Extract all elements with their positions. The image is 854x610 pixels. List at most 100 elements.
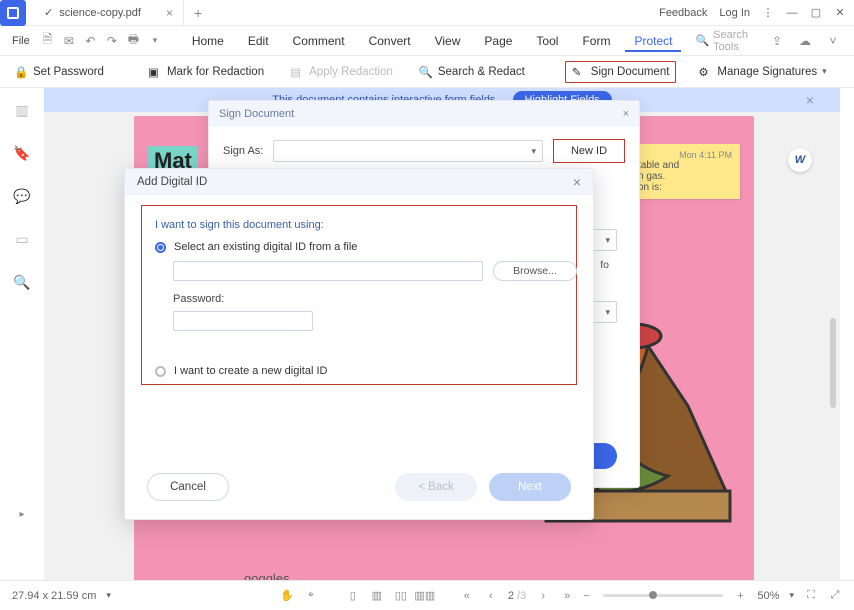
radio-unselected-icon	[155, 366, 166, 377]
apply-redaction-label: Apply Redaction	[309, 66, 393, 78]
chevron-down-icon[interactable]: ▾	[149, 34, 160, 48]
search-redact-label: Search & Redact	[438, 66, 525, 78]
scrollbar[interactable]	[830, 318, 836, 408]
comment-icon[interactable]: 💬	[13, 188, 30, 205]
window-close-icon[interactable]: ✕	[834, 7, 846, 19]
sign-as-select[interactable]: ▾	[273, 140, 543, 162]
banner-close-icon[interactable]: ×	[806, 92, 814, 108]
sign-dialog-close-icon[interactable]: ×	[623, 108, 629, 120]
mark-redaction-button[interactable]: ▣ Mark for Redaction	[144, 62, 268, 82]
want-sign-label: I want to sign this document using:	[155, 219, 324, 231]
tab-close-icon[interactable]: ×	[166, 6, 173, 20]
lock-icon: 🔒	[14, 65, 28, 79]
manage-signatures-label: Manage Signatures	[717, 66, 817, 78]
bookmark-icon[interactable]: 🔖	[13, 145, 30, 162]
browse-button[interactable]: Browse...	[493, 261, 577, 281]
sign-document-label: Sign Document	[591, 66, 670, 78]
redact-mark-icon: ▣	[148, 65, 162, 79]
page-footer-text: goggles	[244, 571, 290, 580]
document-tab[interactable]: ✓ science-copy.pdf ×	[34, 0, 184, 26]
menu-file[interactable]: File	[12, 35, 30, 47]
mail-icon[interactable]: ✉	[63, 34, 74, 48]
zoom-out-icon[interactable]: −	[579, 589, 593, 603]
window-maximize-icon[interactable]: ▢	[810, 7, 822, 19]
existing-id-option[interactable]: Select an existing digital ID from a fil…	[155, 241, 357, 253]
fullscreen-icon[interactable]: ⤢	[828, 589, 842, 603]
add-id-title: Add Digital ID	[137, 176, 207, 188]
add-id-close-icon[interactable]: ×	[573, 174, 581, 190]
password-input[interactable]	[173, 311, 313, 331]
sign-icon: ✎	[572, 65, 586, 79]
manage-signatures-button[interactable]: ⚙ Manage Signatures ▾	[694, 62, 830, 82]
redo-icon[interactable]: ↷	[106, 34, 117, 48]
zoom-in-icon[interactable]: +	[733, 589, 747, 603]
sticky-line3: on is:	[638, 182, 732, 193]
next-page-icon[interactable]: ›	[536, 589, 550, 603]
sticky-line1: table and	[638, 160, 732, 171]
new-id-label: New ID	[571, 145, 607, 157]
prev-page-icon[interactable]: ‹	[484, 589, 498, 603]
save-icon[interactable]: 🗎	[42, 34, 53, 48]
menu-home[interactable]: Home	[183, 30, 233, 52]
chevron-down-icon[interactable]: ▾	[106, 590, 111, 601]
back-button[interactable]: < Back	[395, 473, 477, 501]
page-indicator[interactable]: 2 /3	[508, 590, 526, 602]
print-icon[interactable]: 🖶	[128, 34, 139, 48]
attachment-icon[interactable]: ▭	[15, 231, 28, 248]
menu-view[interactable]: View	[426, 30, 470, 52]
sign-as-label: Sign As:	[223, 145, 263, 157]
menu-tool[interactable]: Tool	[527, 30, 567, 52]
menu-page[interactable]: Page	[475, 30, 521, 52]
expand-rail-icon[interactable]: ▸	[19, 509, 24, 520]
menu-protect[interactable]: Protect	[625, 30, 681, 52]
page-total: /3	[514, 590, 526, 602]
menu-edit[interactable]: Edit	[239, 30, 278, 52]
redact-apply-icon: ▤	[290, 65, 304, 79]
thumbnails-icon[interactable]: ▥	[15, 102, 28, 119]
next-button[interactable]: Next	[489, 473, 571, 501]
chevron-down-icon[interactable]: ▾	[789, 590, 794, 601]
collapse-ribbon-icon[interactable]: ˅	[826, 34, 840, 48]
single-page-icon[interactable]: ▯	[346, 589, 360, 603]
word-export-icon[interactable]: W	[788, 148, 812, 172]
zoom-slider[interactable]	[603, 594, 723, 597]
sign-document-button[interactable]: ✎ Sign Document	[565, 61, 677, 83]
file-path-input[interactable]	[173, 261, 483, 281]
login-link[interactable]: Log In	[719, 7, 750, 19]
menu-convert[interactable]: Convert	[360, 30, 420, 52]
kebab-menu-icon[interactable]: ⋮	[762, 7, 774, 19]
set-password-button[interactable]: 🔒 Set Password	[10, 62, 108, 82]
fit-page-icon[interactable]: ⛶	[804, 589, 818, 603]
two-continuous-icon[interactable]: ▥▥	[418, 589, 432, 603]
share-icon[interactable]: ⇪	[770, 34, 784, 48]
menu-comment[interactable]: Comment	[284, 30, 354, 52]
undo-icon[interactable]: ↶	[85, 34, 96, 48]
cancel-button[interactable]: Cancel	[147, 473, 229, 501]
search-redact-button[interactable]: 🔍 Search & Redact	[415, 62, 529, 82]
search-panel-icon[interactable]: 🔍	[13, 274, 30, 291]
back-label: < Back	[418, 481, 453, 493]
cloud-icon[interactable]: ☁	[798, 34, 812, 48]
radio-selected-icon	[155, 242, 166, 253]
sticky-note[interactable]: Mon 4:11 PM table and n gas. on is:	[630, 144, 740, 199]
search-icon: 🔍	[695, 34, 709, 47]
tab-check-icon: ✓	[44, 6, 53, 19]
search-redact-icon: 🔍	[419, 65, 433, 79]
select-tool-icon[interactable]: ⌖	[304, 589, 318, 603]
window-minimize-icon[interactable]: —	[786, 7, 798, 19]
two-page-icon[interactable]: ▯▯	[394, 589, 408, 603]
new-id-option[interactable]: I want to create a new digital ID	[155, 365, 327, 377]
apply-redaction-button[interactable]: ▤ Apply Redaction	[286, 62, 397, 82]
first-page-icon[interactable]: «	[460, 589, 474, 603]
continuous-icon[interactable]: ▥	[370, 589, 384, 603]
new-tab-button[interactable]: +	[184, 5, 212, 21]
new-id-button[interactable]: New ID	[553, 139, 625, 163]
hand-tool-icon[interactable]: ✋	[280, 589, 294, 603]
menu-form[interactable]: Form	[573, 30, 619, 52]
search-placeholder[interactable]: Search Tools	[713, 29, 762, 53]
feedback-link[interactable]: Feedback	[659, 7, 707, 19]
set-password-label: Set Password	[33, 66, 104, 78]
last-page-icon[interactable]: »	[560, 589, 574, 603]
left-rail: ▥ 🔖 💬 ▭ 🔍 ▸	[0, 88, 44, 580]
add-digital-id-dialog: Add Digital ID × I want to sign this doc…	[124, 168, 594, 520]
